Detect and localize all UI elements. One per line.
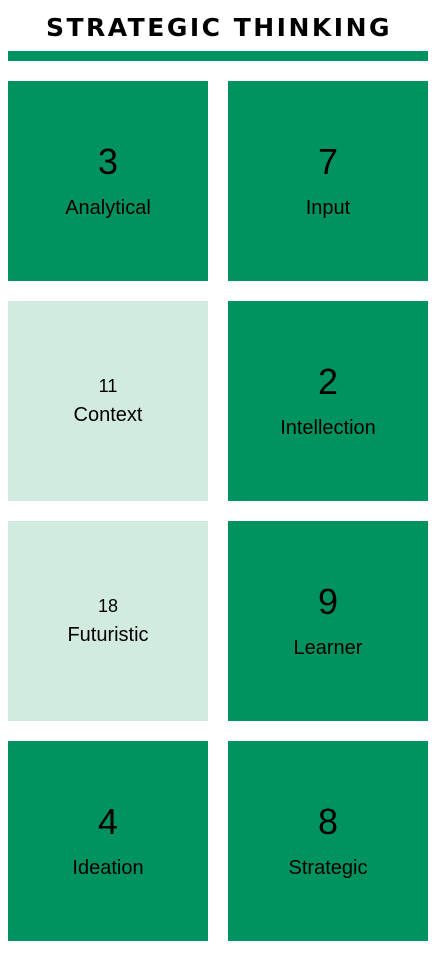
tile-name: Futuristic	[67, 624, 149, 646]
title-underline-bar	[8, 51, 428, 61]
tile-rank: 9	[317, 581, 339, 622]
tile-futuristic[interactable]: 18 Futuristic	[8, 521, 208, 721]
tile-name: Learner	[293, 637, 363, 659]
tile-name: Analytical	[65, 197, 151, 219]
tile-name: Input	[305, 197, 351, 219]
tile-analytical[interactable]: 3 Analytical	[8, 81, 208, 281]
tile-rank: 8	[317, 801, 339, 842]
tile-learner[interactable]: 9 Learner	[228, 521, 428, 721]
tile-name: Ideation	[72, 857, 144, 879]
tile-name: Strategic	[288, 857, 368, 879]
tile-rank: 18	[97, 596, 119, 616]
tile-rank: 11	[98, 376, 118, 396]
tile-context[interactable]: 11 Context	[8, 301, 208, 501]
page-title: STRATEGIC THINKING	[45, 13, 393, 42]
tile-name: Context	[73, 404, 143, 426]
tile-rank: 4	[97, 801, 119, 842]
tile-rank: 3	[97, 141, 119, 182]
tile-ideation[interactable]: 4 Ideation	[8, 741, 208, 941]
tile-rank: 7	[317, 141, 339, 182]
tile-rank: 2	[317, 361, 339, 402]
tile-name: Intellection	[280, 417, 376, 439]
tile-input[interactable]: 7 Input	[228, 81, 428, 281]
tile-intellection[interactable]: 2 Intellection	[228, 301, 428, 501]
tile-strategic[interactable]: 8 Strategic	[228, 741, 428, 941]
